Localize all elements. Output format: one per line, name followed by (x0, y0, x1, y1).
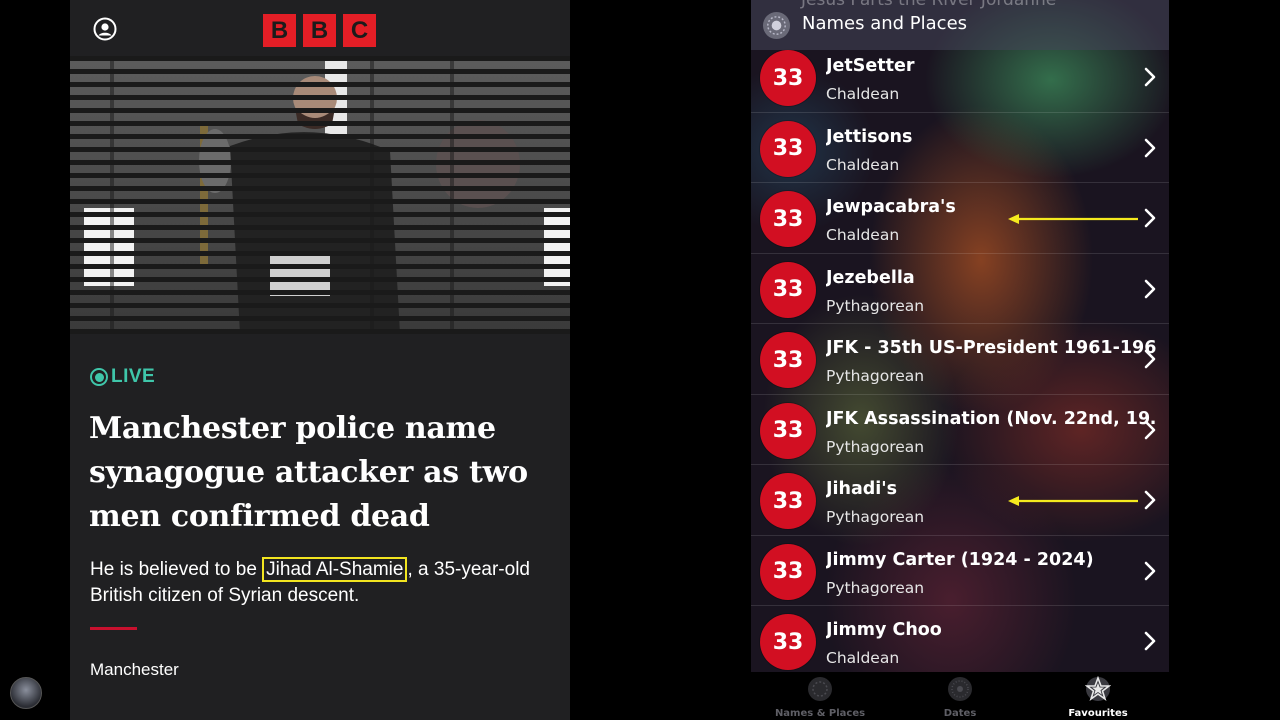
result-title: Jimmy Carter (1924 - 2024) (826, 549, 1094, 570)
tab-label: Favourites (1068, 708, 1128, 719)
account-icon[interactable] (93, 17, 117, 41)
result-title: JetSetter (826, 56, 915, 76)
result-system: Chaldean (826, 85, 900, 103)
list-item[interactable]: 33 JFK - 35th US-President 1961-1963 Pytha… (751, 324, 1169, 395)
score-badge: 33 (760, 614, 816, 670)
score-badge: 33 (760, 120, 816, 177)
tab-label: Names & Places (774, 708, 866, 719)
article-summary: He is believed to be Jihad Al-Shamie, a … (90, 557, 560, 609)
location-label: Manchester (90, 660, 179, 679)
yellow-arrow-annotation (1008, 496, 1138, 506)
list-item[interactable]: 33 Jettisons Chaldean (751, 113, 1169, 183)
bbc-header: B B C (70, 0, 570, 56)
result-system: Chaldean (826, 155, 900, 174)
avatar (10, 677, 42, 709)
tab-label: Dates (943, 708, 977, 719)
tab-bar: Names & Places Dates Favourites (751, 672, 1169, 720)
chevron-right-icon[interactable] (1144, 561, 1156, 581)
chevron-right-icon[interactable] (1144, 279, 1156, 299)
news-photo[interactable] (70, 56, 570, 334)
bbc-logo-letter: C (343, 14, 376, 47)
summary-text-before: He is believed to be (90, 559, 263, 580)
tab-favourites[interactable]: Favourites (1038, 676, 1158, 720)
divider (90, 627, 137, 630)
result-system: Pythagorean (826, 296, 925, 315)
results-list[interactable]: 33 JetSetter Chaldean 33 Jettisons Chaldean 33… (751, 42, 1169, 677)
chevron-right-icon[interactable] (1144, 208, 1156, 228)
list-item[interactable]: 33 JetSetter Chaldean (751, 42, 1169, 113)
result-system: Pythagorean (826, 437, 925, 456)
score-badge: 33 (760, 402, 816, 459)
bbc-logo-letter: B (303, 14, 336, 47)
yellow-arrow-annotation (1008, 214, 1138, 224)
chevron-right-icon[interactable] (1144, 67, 1156, 87)
nebula-icon (762, 11, 791, 40)
bbc-logo-letter: B (263, 14, 296, 47)
chevron-right-icon[interactable] (1144, 490, 1156, 510)
highlighted-name: Jihad Al-Shamie (262, 557, 408, 582)
bbc-article-panel: B B C LIVE Manchester police name synago… (70, 0, 570, 720)
result-system: Pythagorean (826, 508, 925, 526)
chevron-right-icon[interactable] (1144, 420, 1156, 440)
tab-dates[interactable]: Dates (900, 676, 1020, 720)
result-title: Jettisons (826, 126, 913, 147)
app-header: Jesus Parts the River Jordanne Names and… (751, 0, 1169, 50)
tab-names-places[interactable]: Names & Places (760, 676, 880, 720)
article-headline[interactable]: Manchester police name synagogue attacke… (89, 407, 549, 539)
score-badge: 33 (760, 543, 816, 600)
list-item[interactable]: 33 Jihadi's Pythagorean (751, 465, 1169, 536)
list-item[interactable]: 33 Jezebella Pythagorean (751, 254, 1169, 324)
score-badge: 33 (760, 50, 816, 106)
result-system: Chaldean (826, 649, 900, 667)
chevron-right-icon[interactable] (1144, 631, 1156, 651)
chevron-right-icon[interactable] (1144, 138, 1156, 158)
live-label: LIVE (111, 366, 156, 387)
list-item[interactable]: 33 Jimmy Carter (1924 - 2024) Pythagorean (751, 536, 1169, 606)
result-title: Jimmy Choo (826, 620, 942, 640)
result-title: JFK Assassination (Nov. 22nd, 19… (826, 408, 1156, 429)
bbc-logo[interactable]: B B C (263, 14, 376, 47)
chevron-right-icon[interactable] (1144, 349, 1156, 369)
star-icon (1085, 676, 1111, 702)
result-system: Pythagorean (826, 578, 925, 597)
numerology-app-panel: 33 JetSetter Chaldean 33 Jettisons Chaldean 33… (751, 0, 1169, 720)
header-title: Names and Places (802, 13, 968, 34)
score-badge: 33 (760, 332, 816, 388)
score-badge: 33 (760, 191, 816, 247)
list-item[interactable]: 33 Jewpacabra's Chaldean (751, 183, 1169, 254)
nebula-icon (808, 677, 832, 701)
result-title: JFK - 35th US-President 1961-1963 (826, 338, 1156, 358)
list-item[interactable]: 33 Jimmy Choo Chaldean (751, 606, 1169, 677)
result-system: Chaldean (826, 226, 900, 244)
live-icon (90, 368, 108, 386)
result-title: Jezebella (826, 267, 915, 288)
header-scrolled-text: Jesus Parts the River Jordanne (801, 0, 1057, 10)
score-badge: 33 (760, 261, 816, 318)
score-badge: 33 (760, 473, 816, 529)
result-system: Pythagorean (826, 367, 925, 385)
list-item[interactable]: 33 JFK Assassination (Nov. 22nd, 19… Pytha… (751, 395, 1169, 465)
live-badge: LIVE (90, 366, 155, 388)
nebula-icon (948, 677, 972, 701)
